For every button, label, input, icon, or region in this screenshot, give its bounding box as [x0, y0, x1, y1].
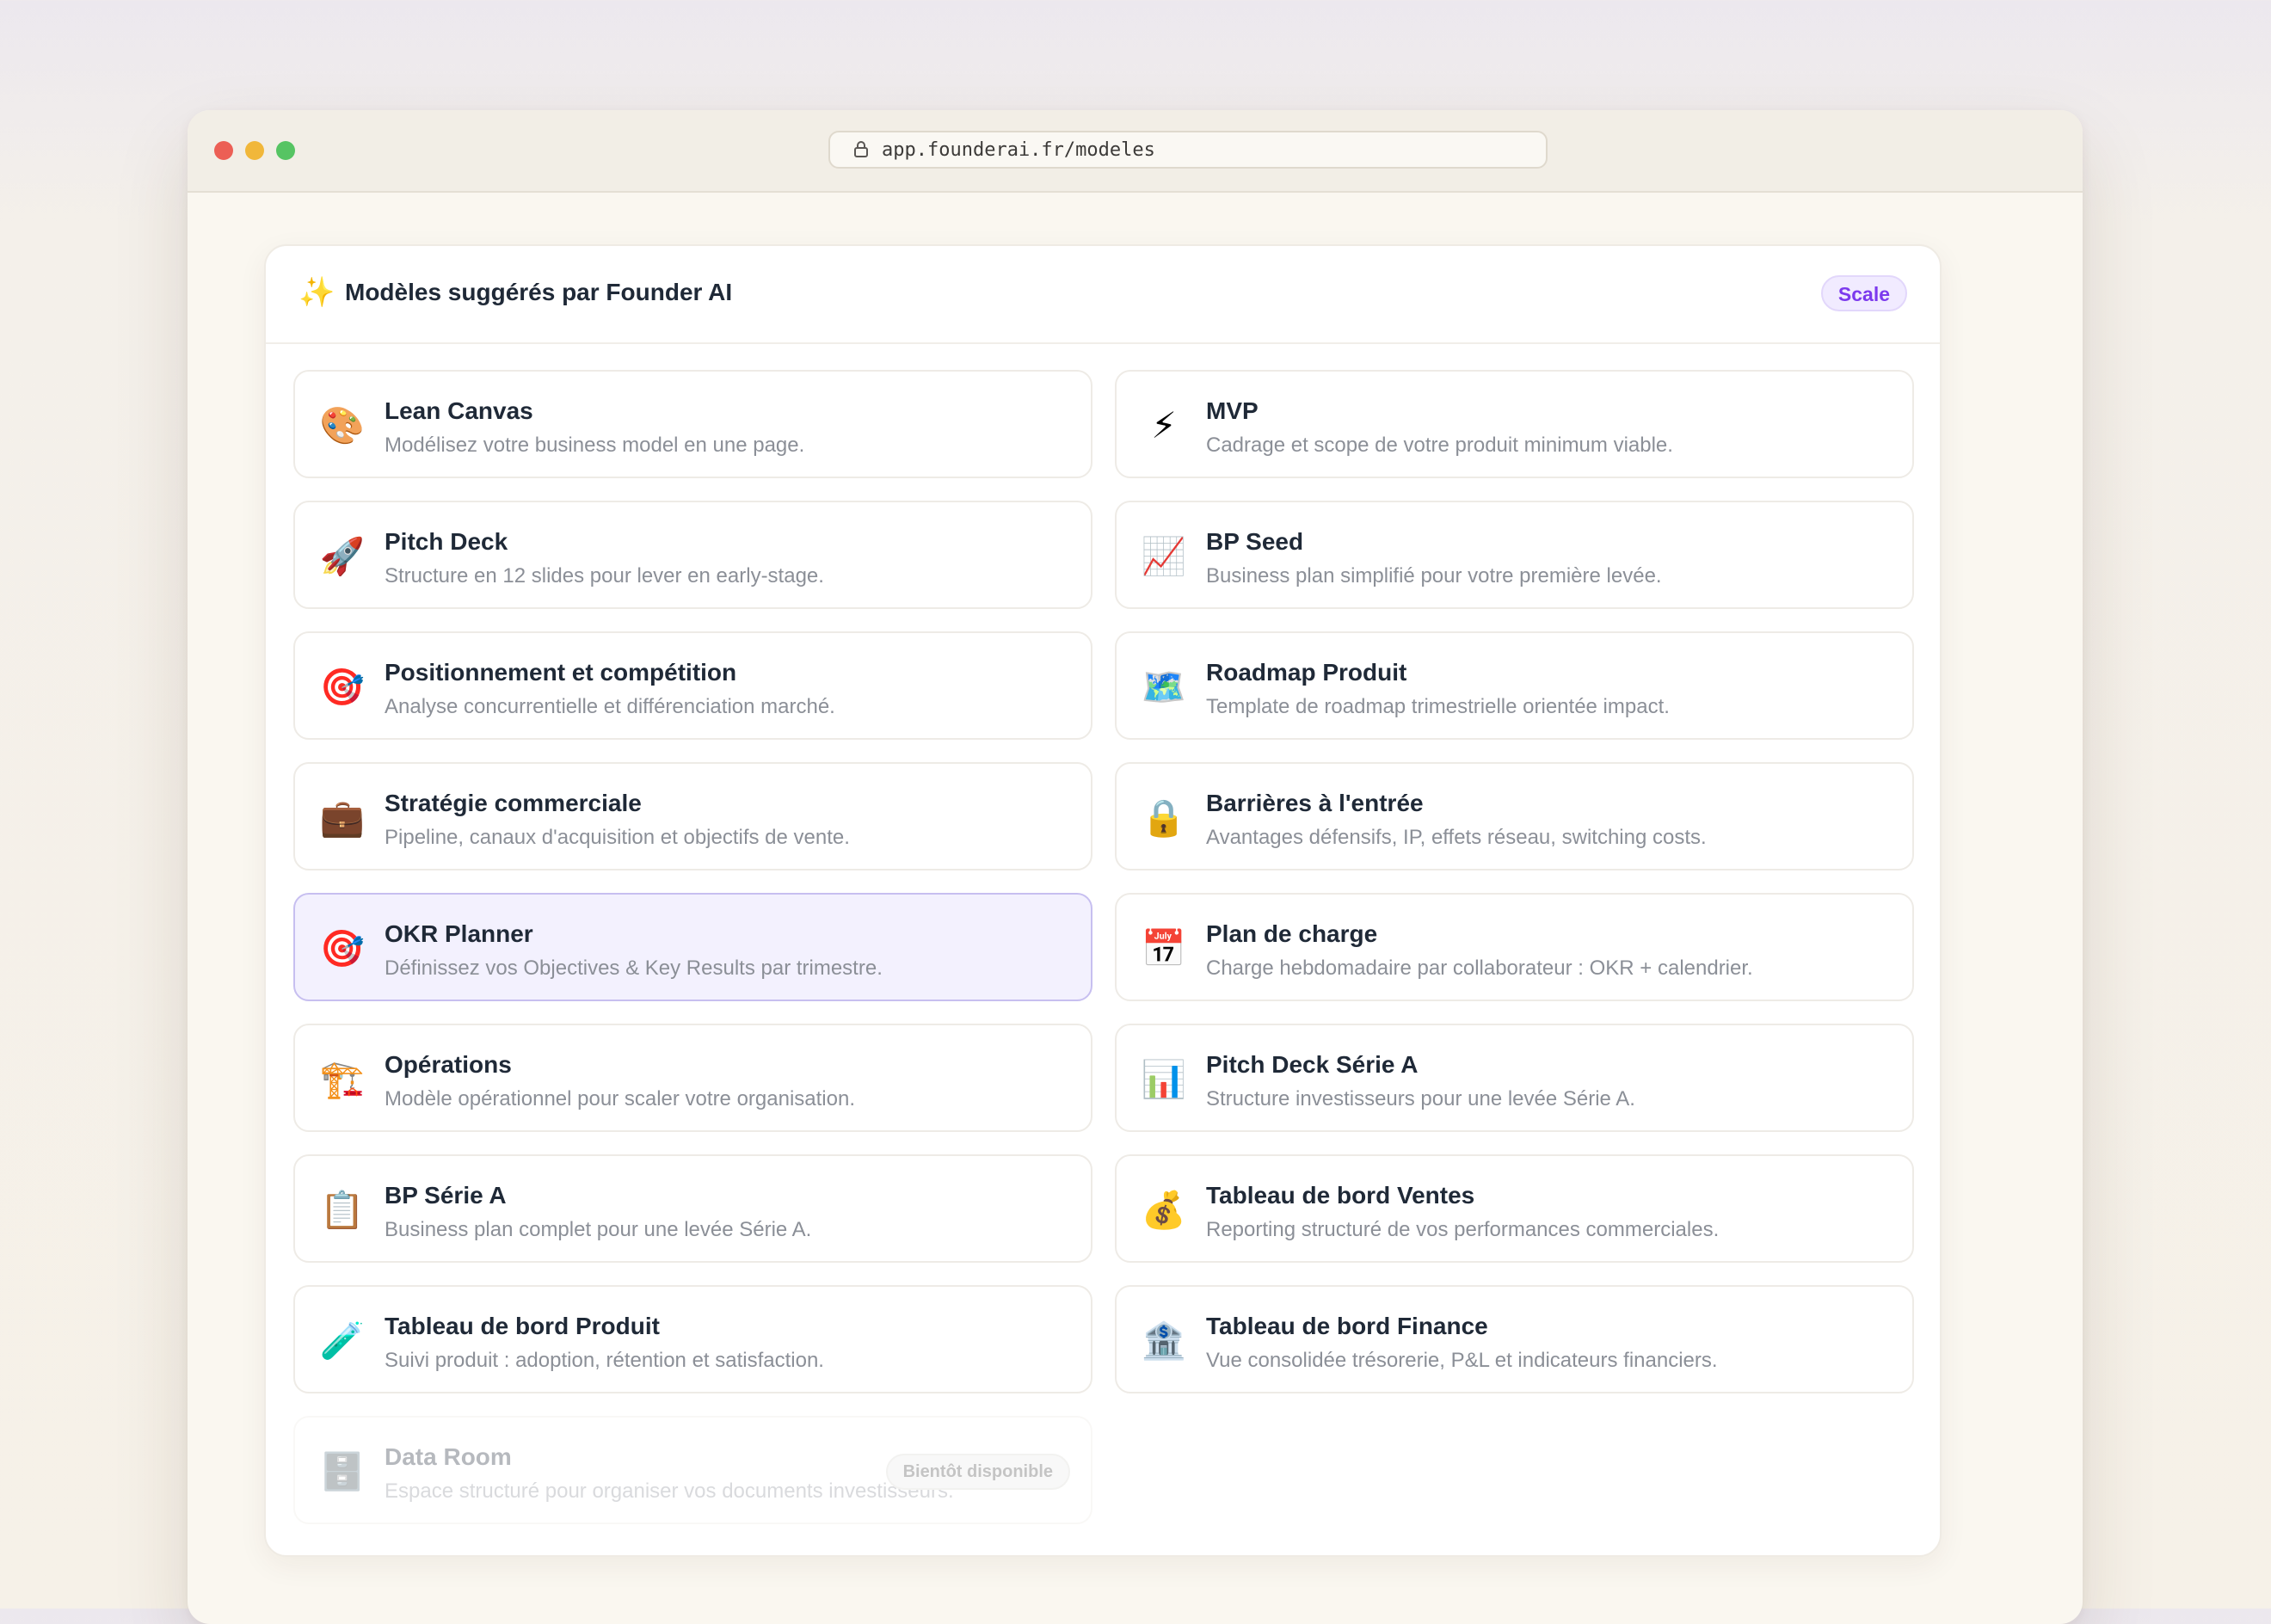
- template-title: BP Série A: [385, 1182, 507, 1209]
- template-description: Modélisez votre business model en une pa…: [385, 434, 805, 457]
- template-grid: 🎨 Lean Canvas Modélisez votre business mod…: [293, 370, 1916, 1524]
- template-card[interactable]: 🚀 Pitch Deck Structure en 12 slides pour l…: [293, 501, 1092, 609]
- template-title: Data Room: [385, 1443, 512, 1470]
- crane-icon: 🏗️: [319, 1059, 366, 1099]
- template-title: Tableau de bord Ventes: [1206, 1182, 1475, 1209]
- template-description: Définissez vos Objectives & Key Results …: [385, 957, 883, 980]
- maximize-window-button[interactable]: [276, 141, 295, 160]
- template-description: Business plan complet pour une levée Sér…: [385, 1218, 812, 1241]
- template-card[interactable]: 💰 Tableau de bord Ventes Reporting structu…: [1115, 1154, 1914, 1263]
- template-card[interactable]: 🎯 OKR Planner Définissez vos Objectives & …: [293, 893, 1092, 1001]
- map-icon: 🗺️: [1141, 667, 1187, 707]
- sparkles-icon: ✨: [298, 276, 335, 309]
- address-bar[interactable]: app.founderai.fr/modeles: [828, 131, 1548, 169]
- panel-title: Modèles suggérés par Founder AI: [345, 279, 733, 305]
- palette-icon: 🎨: [319, 405, 366, 446]
- template-description: Vue consolidée trésorerie, P&L et indica…: [1206, 1349, 1718, 1372]
- template-description: Business plan simplifié pour votre premi…: [1206, 564, 1662, 587]
- template-title: OKR Planner: [385, 920, 533, 947]
- target-icon: 🎯: [319, 667, 366, 707]
- template-card[interactable]: 📈 BP Seed Business plan simplifié pour vot…: [1115, 501, 1914, 609]
- url-text: app.founderai.fr/modeles: [882, 138, 1155, 161]
- lock-icon: 🔒: [1141, 797, 1187, 838]
- target-icon: 🎯: [319, 928, 366, 969]
- template-title: Tableau de bord Finance: [1206, 1313, 1488, 1339]
- template-description: Pipeline, canaux d'acquisition et object…: [385, 826, 850, 849]
- template-card[interactable]: 📅 Plan de charge Charge hebdomadaire par c…: [1115, 893, 1914, 1001]
- bar-chart-icon: 📊: [1141, 1059, 1187, 1099]
- plan-badge: Scale: [1820, 275, 1907, 311]
- template-card[interactable]: 🔒 Barrières à l'entrée Avantages défensifs…: [1115, 762, 1914, 870]
- template-title: BP Seed: [1206, 528, 1304, 555]
- template-description: Structure investisseurs pour une levée S…: [1206, 1087, 1635, 1110]
- test-tube-icon: 🧪: [319, 1320, 366, 1361]
- suggested-templates-panel: ✨ Modèles suggérés par Founder AI Scale …: [264, 244, 1942, 1557]
- template-title: Roadmap Produit: [1206, 659, 1407, 686]
- calendar-icon: 📅: [1141, 928, 1187, 969]
- close-window-button[interactable]: [214, 141, 233, 160]
- briefcase-icon: 💼: [319, 797, 366, 838]
- template-card[interactable]: 💼 Stratégie commerciale Pipeline, canaux d…: [293, 762, 1092, 870]
- template-title: MVP: [1206, 397, 1259, 424]
- template-card[interactable]: 🎯 Positionnement et compétition Analyse co…: [293, 631, 1092, 740]
- template-card: 🗄️ Data Room Espace structuré pour organis…: [293, 1416, 1092, 1524]
- template-title: Barrières à l'entrée: [1206, 790, 1424, 816]
- template-title: Positionnement et compétition: [385, 659, 737, 686]
- lock-icon: [854, 141, 868, 157]
- bank-icon: 🏦: [1141, 1320, 1187, 1361]
- template-card[interactable]: 🏦 Tableau de bord Finance Vue consolidée t…: [1115, 1285, 1914, 1393]
- template-title: Tableau de bord Produit: [385, 1313, 660, 1339]
- template-title: Pitch Deck Série A: [1206, 1051, 1419, 1078]
- minimize-window-button[interactable]: [245, 141, 264, 160]
- template-description: Reporting structuré de vos performances …: [1206, 1218, 1720, 1241]
- template-description: Avantages défensifs, IP, effets réseau, …: [1206, 826, 1707, 849]
- template-card[interactable]: 📋 BP Série A Business plan complet pour un…: [293, 1154, 1092, 1263]
- lightning-icon: ⚡: [1151, 405, 1177, 446]
- template-card[interactable]: 🏗️ Opérations Modèle opérationnel pour sca…: [293, 1024, 1092, 1132]
- template-card[interactable]: 🗺️ Roadmap Produit Template de roadmap tri…: [1115, 631, 1914, 740]
- template-card[interactable]: ⚡ MVP Cadrage et scope de votre produit mi…: [1115, 370, 1914, 478]
- template-title: Plan de charge: [1206, 920, 1378, 947]
- browser-window: app.founderai.fr/modeles ✨ Modèles suggé…: [188, 110, 2083, 1624]
- template-description: Analyse concurrentielle et différenciati…: [385, 695, 835, 718]
- template-title: Pitch Deck: [385, 528, 508, 555]
- template-title: Stratégie commerciale: [385, 790, 642, 816]
- template-description: Espace structuré pour organiser vos docu…: [385, 1479, 954, 1503]
- template-description: Cadrage et scope de votre produit minimu…: [1206, 434, 1673, 457]
- template-description: Charge hebdomadaire par collaborateur : …: [1206, 957, 1753, 980]
- template-description: Structure en 12 slides pour lever en ear…: [385, 564, 824, 587]
- template-title: Opérations: [385, 1051, 512, 1078]
- clipboard-icon: 📋: [319, 1190, 366, 1230]
- chart-increasing-icon: 📈: [1141, 536, 1187, 576]
- panel-header: ✨ Modèles suggérés par Founder AI Scale: [266, 246, 1940, 344]
- file-cabinet-icon: 🗄️: [319, 1451, 366, 1492]
- rocket-icon: 🚀: [319, 536, 366, 576]
- template-description: Modèle opérationnel pour scaler votre or…: [385, 1087, 855, 1110]
- money-bag-icon: 💰: [1141, 1190, 1187, 1230]
- template-description: Template de roadmap trimestrielle orient…: [1206, 695, 1670, 718]
- template-card[interactable]: 🎨 Lean Canvas Modélisez votre business mod…: [293, 370, 1092, 478]
- coming-soon-badge: Bientôt disponible: [885, 1454, 1070, 1490]
- template-card[interactable]: 🧪 Tableau de bord Produit Suivi produit : …: [293, 1285, 1092, 1393]
- template-title: Lean Canvas: [385, 397, 533, 424]
- template-card[interactable]: 📊 Pitch Deck Série A Structure investisseu…: [1115, 1024, 1914, 1132]
- browser-titlebar: app.founderai.fr/modeles: [188, 110, 2083, 193]
- template-description: Suivi produit : adoption, rétention et s…: [385, 1349, 824, 1372]
